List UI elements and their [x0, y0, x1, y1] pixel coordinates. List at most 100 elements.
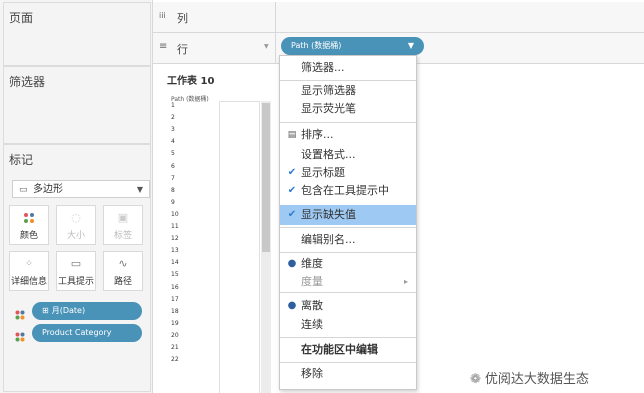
mark-path-button[interactable]: ∿ 路径 [103, 251, 143, 291]
filters-card[interactable]: 筛选器 [3, 66, 151, 144]
row-header[interactable]: 7 [171, 175, 175, 183]
row-header[interactable]: 14 [171, 259, 179, 267]
chevron-down-icon: ▼ [136, 185, 143, 194]
rows-label: 行 [177, 43, 188, 56]
table-cell-area [219, 101, 260, 393]
rows-pill-path[interactable]: Path (数据桶) ▼ [281, 37, 424, 55]
row-header[interactable]: 12 [171, 235, 179, 243]
polygon-icon: ▭ [19, 185, 28, 195]
menu-item-show-header[interactable]: ✔ 显示标题 [280, 163, 416, 183]
menu-item-format[interactable]: 设置格式... [280, 145, 416, 165]
menu-item-label: 显示标题 [301, 166, 345, 179]
filters-title: 筛选器 [9, 75, 46, 89]
shelf-divider-rows [275, 33, 276, 63]
row-header[interactable]: 1 [171, 102, 175, 110]
menu-item-filter[interactable]: 筛选器... [280, 58, 416, 78]
row-header[interactable]: 3 [171, 126, 175, 134]
row-header[interactable]: 5 [171, 150, 175, 158]
menu-separator [280, 292, 416, 293]
menu-separator [280, 252, 416, 253]
columns-shelf[interactable]: iii 列 [153, 2, 644, 33]
menu-item-label: 编辑别名... [301, 233, 356, 246]
mark-detail-button[interactable]: ⁘ 详细信息 [9, 251, 49, 291]
menu-item-label: 显示筛选器 [301, 84, 356, 97]
mark-type-value: 多边形 [33, 184, 63, 195]
mark-label-label: 标签 [113, 231, 132, 241]
menu-separator [280, 362, 416, 363]
menu-separator [280, 122, 416, 123]
submenu-arrow-icon: ▸ [403, 277, 408, 286]
mark-pill-category[interactable]: Product Category [32, 324, 142, 342]
menu-item-show-highlighter[interactable]: 显示荧光笔 [280, 99, 416, 119]
row-header[interactable]: 22 [171, 356, 179, 364]
watermark-text: 优阅达大数据生态 [484, 372, 589, 387]
menu-item-edit-in-shelf[interactable]: 在功能区中编辑 [280, 340, 416, 360]
menu-item-include-tooltip[interactable]: ✔ 包含在工具提示中 [280, 181, 416, 201]
check-icon: ✔ [287, 209, 297, 220]
shelf-divider [275, 2, 276, 32]
row-header[interactable]: 13 [171, 247, 179, 255]
rows-pill-path-label: Path (数据桶) [291, 41, 342, 50]
mark-size-button[interactable]: ◌ 大小 [56, 205, 96, 245]
row-header[interactable]: 4 [171, 138, 175, 146]
columns-icon: iii [159, 11, 166, 20]
row-header[interactable]: 18 [171, 308, 179, 316]
menu-item-label: 筛选器... [301, 61, 345, 74]
menu-item-sort[interactable]: ▤ 排序... [280, 125, 416, 145]
pages-card[interactable]: 页面 [3, 2, 151, 66]
mark-pill-month-label: 月(Date) [51, 306, 86, 315]
row-header[interactable]: 6 [171, 163, 175, 171]
rows-icon: ≡ [159, 41, 168, 52]
row-header[interactable]: 11 [171, 223, 179, 231]
mark-size-label: 大小 [66, 231, 85, 241]
tooltip-icon: ▭ [70, 257, 82, 270]
menu-item-label: 离散 [301, 299, 323, 312]
menu-item-label: 移除 [301, 367, 323, 380]
row-header[interactable]: 19 [171, 320, 179, 328]
field-header[interactable]: Path (数据桶) [171, 94, 209, 103]
row-header[interactable]: 9 [171, 199, 175, 207]
mark-type-dropdown[interactable]: ▭ 多边形 ▼ [12, 180, 150, 198]
left-panel: 页面 筛选器 标记 ▭ 多边形 ▼ 颜色 ◌ 大小 ▣ 标签 ⁘ 详细信息 ▭ … [0, 0, 153, 393]
row-header[interactable]: 15 [171, 271, 179, 279]
sheet-title: 工作表 10 [167, 76, 215, 87]
menu-item-label: 在功能区中编辑 [301, 343, 378, 356]
mark-tooltip-button[interactable]: ▭ 工具提示 [56, 251, 96, 291]
mark-pill-month[interactable]: ⊞ 月(Date) [32, 302, 142, 320]
sort-icon: ▤ [287, 130, 297, 140]
detail-icon: ⁘ [25, 259, 33, 269]
menu-item-label: 连续 [301, 318, 323, 331]
menu-separator [280, 337, 416, 338]
row-header[interactable]: 21 [171, 344, 179, 352]
menu-item-show-filter[interactable]: 显示筛选器 [280, 81, 416, 101]
row-header[interactable]: 8 [171, 187, 175, 195]
row-header[interactable]: 2 [171, 114, 175, 122]
menu-item-edit-alias[interactable]: 编辑别名... [280, 230, 416, 250]
menu-item-label: 度量 [301, 275, 323, 288]
columns-label: 列 [177, 12, 188, 25]
watermark: ❁ 优阅达大数据生态 [470, 368, 589, 387]
menu-item-continuous[interactable]: 连续 [280, 315, 416, 335]
color-mark-indicator-icon [15, 305, 25, 324]
menu-item-measure[interactable]: 度量 ▸ [280, 272, 416, 292]
row-header[interactable]: 10 [171, 211, 179, 219]
row-header[interactable]: 16 [171, 284, 179, 292]
menu-item-label: 维度 [301, 257, 323, 270]
menu-item-dimension[interactable]: ● 维度 [280, 254, 416, 274]
menu-item-label: 显示荧光笔 [301, 102, 356, 115]
mark-color-button[interactable]: 颜色 [9, 205, 49, 245]
bullet-icon: ● [287, 300, 297, 311]
path-icon: ∿ [118, 257, 128, 270]
mark-pill-category-label: Product Category [42, 328, 112, 337]
row-header[interactable]: 20 [171, 332, 179, 340]
menu-item-discrete[interactable]: ● 离散 [280, 296, 416, 316]
chevron-down-icon: ▼ [407, 41, 414, 50]
scrollbar-thumb[interactable] [262, 103, 270, 252]
marks-title: 标记 [9, 153, 34, 167]
wechat-icon: ❁ [470, 372, 481, 387]
menu-item-show-missing-values[interactable]: ✔ 显示缺失值 [280, 205, 416, 225]
mark-path-label: 路径 [113, 277, 132, 287]
menu-item-remove[interactable]: 移除 [280, 364, 416, 384]
row-header[interactable]: 17 [171, 296, 179, 304]
mark-label-button[interactable]: ▣ 标签 [103, 205, 143, 245]
